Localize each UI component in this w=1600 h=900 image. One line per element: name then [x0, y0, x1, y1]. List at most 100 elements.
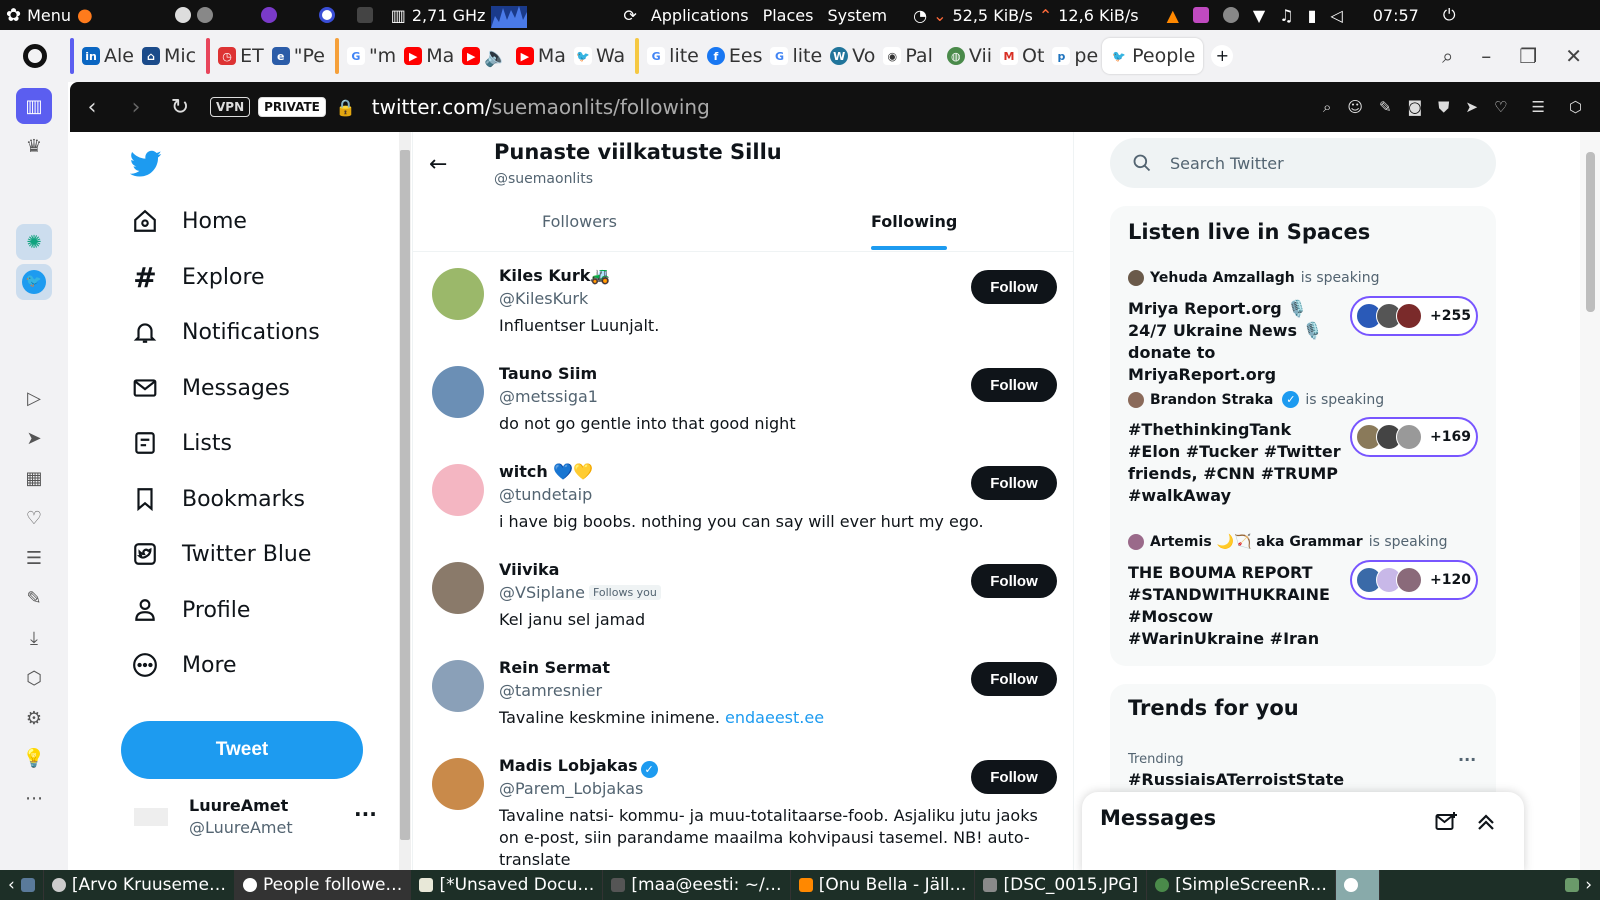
- nav-more[interactable]: More: [130, 650, 237, 680]
- space-title[interactable]: Mriya Report.org 🎙️24/7 Ukraine News 🎙️d…: [1128, 298, 1343, 386]
- share-icon[interactable]: ✎: [1379, 98, 1392, 116]
- volume-icon[interactable]: ◁: [1330, 6, 1342, 25]
- notification-bell-icon[interactable]: ♫: [1279, 6, 1293, 25]
- expand-chevron-icon[interactable]: [1474, 810, 1498, 834]
- settings-launcher-icon[interactable]: [196, 7, 213, 23]
- media-icon[interactable]: [1192, 7, 1209, 23]
- messages-drawer-title[interactable]: Messages: [1100, 806, 1216, 830]
- search-bar[interactable]: [1110, 138, 1496, 188]
- space-item[interactable]: Yehuda Amzallagh is speaking Mriya Report…: [1128, 270, 1484, 384]
- space-title[interactable]: THE BOUMA REPORT #STANDWITHUKRAINE #Mosc…: [1128, 562, 1343, 650]
- avatar[interactable]: [432, 562, 484, 614]
- close-icon[interactable]: ✕: [1565, 44, 1582, 68]
- send-icon[interactable]: ➤: [16, 420, 52, 456]
- follow-button[interactable]: Follow: [971, 466, 1057, 500]
- follow-button[interactable]: Follow: [971, 368, 1057, 402]
- avatar[interactable]: [432, 366, 484, 418]
- tab-followers[interactable]: Followers: [542, 212, 617, 231]
- user-row[interactable]: Kiles Kurk🚜 @KilesKurk Influentser Luunj…: [413, 254, 1074, 352]
- browser-tab[interactable]: ▶ 🔈: [458, 38, 512, 74]
- player-icon[interactable]: ▷: [16, 380, 52, 416]
- vpn-badge[interactable]: VPN: [210, 97, 251, 117]
- space-listeners[interactable]: +169: [1350, 417, 1478, 457]
- download-icon[interactable]: ⤓: [16, 620, 52, 656]
- taskbar-item[interactable]: [DSC_0015.JPG]: [975, 870, 1148, 900]
- browser-tab[interactable]: ◷ ET: [214, 38, 268, 74]
- send-page-icon[interactable]: ➤: [1465, 98, 1478, 116]
- avatar[interactable]: [432, 758, 484, 810]
- browser-tab[interactable]: Glite: [643, 38, 703, 74]
- nav-bookmarks[interactable]: Bookmarks: [130, 484, 305, 514]
- twitter-logo-icon[interactable]: [129, 150, 162, 182]
- nav-twitter-blue[interactable]: Twitter Blue: [130, 539, 311, 569]
- scrollbar-thumb[interactable]: [400, 150, 410, 840]
- nav-notifications[interactable]: Notifications: [130, 317, 320, 347]
- user-name[interactable]: Madis Lobjakas: [499, 756, 638, 775]
- tweet-button[interactable]: Tweet: [121, 721, 363, 779]
- browser-tab[interactable]: f Ees: [703, 38, 767, 74]
- tab-search-icon[interactable]: ⌕: [1442, 44, 1453, 68]
- follow-button[interactable]: Follow: [971, 662, 1057, 696]
- space-item[interactable]: Brandon Straka ✓ is speaking #ThethinkingT…: [1128, 391, 1484, 505]
- browser-tab[interactable]: W Vo: [826, 38, 879, 74]
- browser-tab[interactable]: ◍ Vii: [943, 38, 996, 74]
- shield-icon[interactable]: ⛊: [1438, 98, 1449, 116]
- url-field[interactable]: twitter.com/suemaonlits/following: [372, 95, 710, 119]
- chatgpt-icon[interactable]: ✺: [16, 224, 52, 260]
- scrollbar-thumb[interactable]: [1586, 152, 1595, 312]
- forward-icon[interactable]: ›: [114, 95, 158, 120]
- emoji-icon[interactable]: ☺: [1347, 98, 1363, 116]
- browser-tab[interactable]: ◉ Pal: [879, 38, 937, 74]
- nav-profile[interactable]: Profile: [130, 595, 250, 625]
- user-name-wrap[interactable]: Madis Lobjakas ✓: [499, 756, 658, 778]
- terminal-icon[interactable]: [356, 7, 373, 23]
- space-item[interactable]: Artemis 🌙🏹 aka Grammar is speaking THE BO…: [1128, 534, 1484, 648]
- browser-tab[interactable]: in Ale: [78, 38, 138, 74]
- podcast-icon[interactable]: [260, 7, 277, 23]
- taskbar-item[interactable]: [maa@eesti: ~/…: [603, 870, 791, 900]
- cube-icon[interactable]: ⬡: [16, 660, 52, 696]
- user-row[interactable]: Madis Lobjakas ✓ @Parem_Lobjakas Tavaline…: [413, 744, 1074, 870]
- heart-icon[interactable]: ♡: [16, 500, 52, 536]
- messages-drawer[interactable]: Messages: [1082, 792, 1524, 870]
- follow-button[interactable]: Follow: [971, 760, 1057, 794]
- taskbar-item[interactable]: [*Unsaved Docu…: [411, 870, 604, 900]
- account-switcher[interactable]: LuureAmet @LuureAmet ···: [134, 794, 384, 844]
- space-listeners[interactable]: +120: [1350, 560, 1478, 600]
- reload-icon[interactable]: ↻: [158, 95, 202, 120]
- user-row[interactable]: Rein Sermat @tamresnier Tavaline keskmin…: [413, 646, 1074, 744]
- more-dots-icon[interactable]: ···: [1458, 750, 1476, 769]
- browser-tab[interactable]: ▶ Ma: [512, 38, 570, 74]
- vlc-icon[interactable]: ▲: [1167, 6, 1179, 25]
- more-dots-icon[interactable]: ⋯: [16, 780, 52, 816]
- browser-tab[interactable]: ⌂ Mic: [138, 38, 200, 74]
- reader-icon[interactable]: ▥: [16, 88, 52, 124]
- browser-tab[interactable]: M Ot: [996, 38, 1048, 74]
- new-message-icon[interactable]: [1434, 810, 1458, 834]
- user-name[interactable]: Kiles Kurk🚜: [499, 266, 610, 285]
- avatar[interactable]: [432, 464, 484, 516]
- edit-icon[interactable]: ✎: [16, 580, 52, 616]
- back-arrow-icon[interactable]: ←: [429, 152, 447, 177]
- lock-icon[interactable]: 🔒: [336, 98, 356, 117]
- page-scrollbar-right[interactable]: [1580, 132, 1600, 870]
- easy-setup-icon[interactable]: ☰: [1531, 98, 1544, 116]
- search-input[interactable]: [1170, 153, 1470, 173]
- trend-name[interactable]: #RussiaisATerroistState: [1128, 770, 1344, 789]
- power-icon[interactable]: ⏻: [1443, 5, 1456, 25]
- menu-applications[interactable]: Applications: [651, 6, 749, 25]
- avatar[interactable]: [432, 268, 484, 320]
- more-dots-icon[interactable]: ···: [354, 802, 377, 826]
- taskbar-item[interactable]: [1336, 870, 1381, 900]
- camera-icon[interactable]: ◙: [1408, 98, 1423, 116]
- nav-messages[interactable]: Messages: [130, 373, 290, 403]
- workspace-switcher[interactable]: ›: [1557, 870, 1600, 900]
- taskbar-item[interactable]: [SimpleScreenR…: [1147, 870, 1337, 900]
- user-name[interactable]: Tauno Siim: [499, 364, 597, 383]
- user-row[interactable]: Tauno Siim @metssiga1 do not go gentle i…: [413, 352, 1074, 450]
- new-tab-button[interactable]: +: [1211, 45, 1234, 67]
- info-icon[interactable]: [1222, 7, 1239, 23]
- twitter-sidebar-icon[interactable]: 🐦: [16, 264, 52, 300]
- crown-icon[interactable]: ♛: [16, 128, 52, 164]
- settings-icon[interactable]: ⚙: [16, 700, 52, 736]
